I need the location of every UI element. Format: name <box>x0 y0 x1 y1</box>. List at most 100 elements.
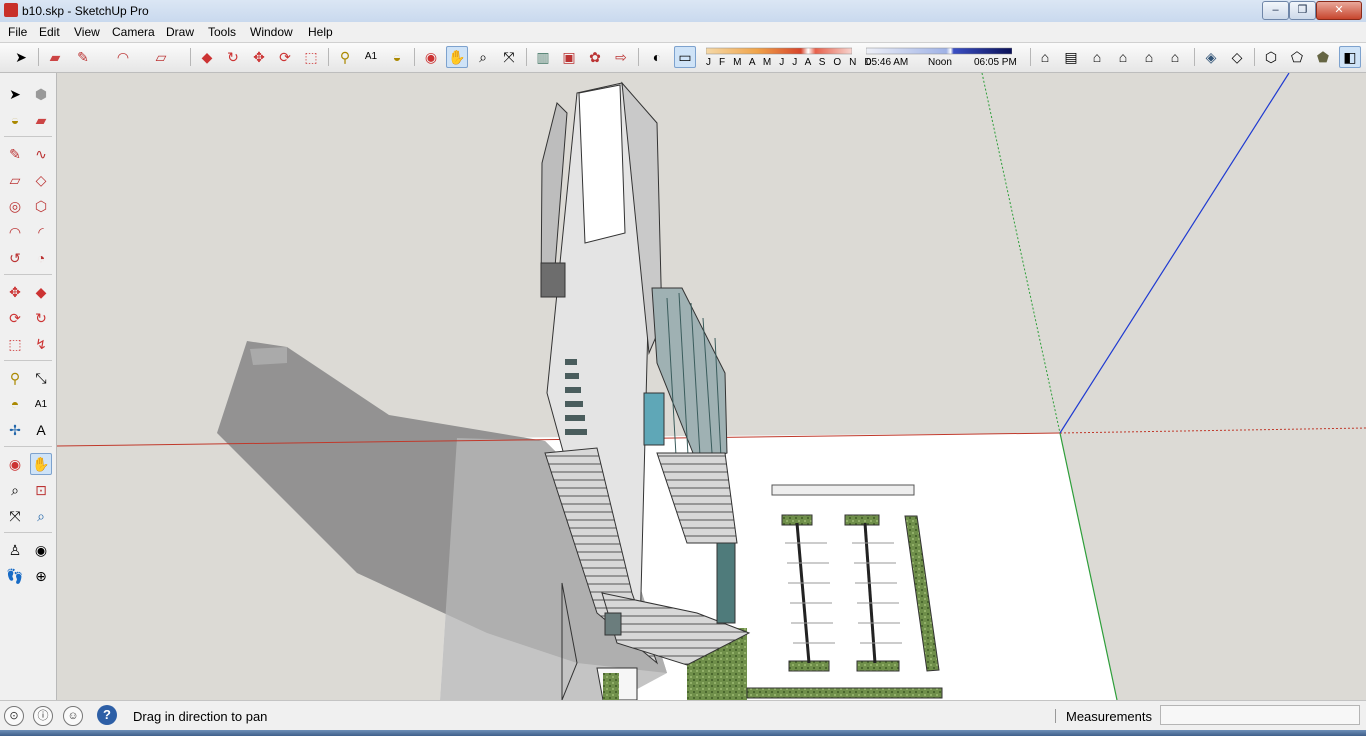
shadow-month-labels: J F M A M J J A S O N D <box>706 57 875 68</box>
menu-bar: File Edit View Camera Draw Tools Window … <box>0 22 1366 43</box>
xray-icon[interactable]: ◈ <box>1200 46 1222 68</box>
push-pull-icon[interactable]: ◆ <box>30 281 52 303</box>
tape-measure-icon[interactable]: ⚲ <box>334 46 356 68</box>
hidden-line-icon[interactable]: ⬡ <box>1260 46 1282 68</box>
menu-edit[interactable]: Edit <box>35 24 64 40</box>
follow-me-icon[interactable]: ↻ <box>222 46 244 68</box>
walk-icon[interactable]: 👣 <box>4 565 26 587</box>
top-view-icon[interactable]: ▤ <box>1060 46 1082 68</box>
share-model-icon[interactable]: ▣ <box>558 46 580 68</box>
zoom-extents-icon[interactable]: ⤧ <box>4 505 26 527</box>
credits-icon[interactable]: ⓘ <box>33 706 53 726</box>
geolocation-icon[interactable]: ⊙ <box>4 706 24 726</box>
model-viewport[interactable] <box>57 73 1366 700</box>
components-icon[interactable]: ✿ <box>584 46 606 68</box>
menu-tools[interactable]: Tools <box>204 24 240 40</box>
move-icon[interactable]: ✥ <box>4 281 26 303</box>
paint-bucket-icon[interactable]: ◒ <box>386 46 408 68</box>
protractor-icon[interactable]: ◓ <box>4 393 26 415</box>
follow-me-icon[interactable]: ↻ <box>30 307 52 329</box>
zoom-icon[interactable]: ⌕ <box>472 46 494 68</box>
pie-icon[interactable]: ◔ <box>30 247 52 269</box>
iso-view-icon[interactable]: ⌂ <box>1034 46 1056 68</box>
user-icon[interactable]: ☺ <box>63 706 83 726</box>
dimension-icon[interactable]: ⤡ <box>30 367 52 389</box>
shadow-time-slider[interactable] <box>866 47 1012 55</box>
pan-icon[interactable]: ✋ <box>30 453 52 475</box>
right-view-icon[interactable]: ⌂ <box>1112 46 1134 68</box>
text-icon[interactable]: A1 <box>360 46 382 68</box>
tape-measure-icon[interactable]: ⚲ <box>4 367 26 389</box>
arc-icon[interactable]: ◠ <box>112 46 134 68</box>
pencil-icon[interactable]: ✎ <box>72 46 94 68</box>
menu-file[interactable]: File <box>4 24 31 40</box>
menu-view[interactable]: View <box>70 24 104 40</box>
shadows-icon[interactable]: ◐ <box>646 46 668 68</box>
sketchup-logo-icon <box>4 3 18 17</box>
pencil-icon[interactable]: ✎ <box>4 143 26 165</box>
scale-icon[interactable]: ⬚ <box>300 46 322 68</box>
two-point-arc-icon[interactable]: ◜ <box>30 221 52 243</box>
rotate-icon[interactable]: ⟳ <box>4 307 26 329</box>
menu-help[interactable]: Help <box>304 24 337 40</box>
rotate-icon[interactable]: ⟳ <box>274 46 296 68</box>
paint-bucket-icon[interactable]: ◒ <box>4 109 26 131</box>
move-icon[interactable]: ✥ <box>248 46 270 68</box>
zoom-icon[interactable]: ⌕ <box>4 479 26 501</box>
circle-icon[interactable]: ◎ <box>4 195 26 217</box>
rectangle-icon[interactable]: ▱ <box>4 169 26 191</box>
eraser-icon[interactable]: ▰ <box>30 109 52 131</box>
zoom-extents-icon[interactable]: ⤧ <box>498 46 520 68</box>
select-icon[interactable]: ➤ <box>10 46 32 68</box>
measurements-input[interactable] <box>1160 705 1360 725</box>
shadow-month-slider[interactable] <box>706 47 852 55</box>
balcony-block <box>540 262 566 298</box>
get-models-icon[interactable]: ▥ <box>532 46 554 68</box>
section-plane-icon[interactable]: ⊕ <box>30 565 52 587</box>
rotated-rectangle-icon[interactable]: ◇ <box>30 169 52 191</box>
tower-roof <box>578 84 626 244</box>
help-icon[interactable]: ? <box>97 705 117 725</box>
three-point-arc-icon[interactable]: ↺ <box>4 247 26 269</box>
rectangle-icon[interactable]: ▱ <box>150 46 172 68</box>
position-camera-icon[interactable]: ♙ <box>4 539 26 561</box>
select-icon[interactable]: ➤ <box>4 83 26 105</box>
arc-icon[interactable]: ◠ <box>4 221 26 243</box>
push-pull-icon[interactable]: ◆ <box>196 46 218 68</box>
extension-icon[interactable]: ⇨ <box>610 46 632 68</box>
left-view-icon[interactable]: ⌂ <box>1164 46 1186 68</box>
status-divider <box>1055 709 1056 723</box>
freehand-icon[interactable]: ∿ <box>30 143 52 165</box>
menu-camera[interactable]: Camera <box>108 24 159 40</box>
previous-view-icon[interactable]: ⌕ <box>30 505 52 527</box>
scale-icon[interactable]: ⬚ <box>4 333 26 355</box>
fog-icon[interactable]: ▭ <box>674 46 696 68</box>
menu-window[interactable]: Window <box>246 24 297 40</box>
orbit-icon[interactable]: ◉ <box>4 453 26 475</box>
zoom-window-icon[interactable]: ⊡ <box>30 479 52 501</box>
make-component-icon[interactable]: ⬢ <box>30 83 52 105</box>
wireframe-icon[interactable]: ◇ <box>1226 46 1248 68</box>
3d-text-icon[interactable]: A <box>30 419 52 441</box>
orbit-icon[interactable]: ◉ <box>420 46 442 68</box>
polygon-icon[interactable]: ⬡ <box>30 195 52 217</box>
minimize-button[interactable]: – <box>1262 1 1289 20</box>
blue-axis <box>1059 73 1290 434</box>
back-view-icon[interactable]: ⌂ <box>1138 46 1160 68</box>
shaded-icon[interactable]: ⬠ <box>1286 46 1308 68</box>
menu-draw[interactable]: Draw <box>162 24 198 40</box>
text-icon[interactable]: A1 <box>30 393 52 415</box>
axes-icon[interactable]: ✢ <box>4 419 26 441</box>
front-view-icon[interactable]: ⌂ <box>1086 46 1108 68</box>
shaded-textures-icon[interactable]: ⬟ <box>1312 46 1334 68</box>
maximize-button[interactable]: ❐ <box>1289 1 1316 20</box>
model-scene <box>57 73 1366 700</box>
monochrome-icon[interactable]: ◧ <box>1339 46 1361 68</box>
shadow-time-noon: Noon <box>928 57 952 68</box>
eraser-icon[interactable]: ▰ <box>44 46 66 68</box>
close-button[interactable]: ✕ <box>1316 1 1362 20</box>
pan-icon[interactable]: ✋ <box>446 46 468 68</box>
offset-icon[interactable]: ↯ <box>30 333 52 355</box>
planter <box>856 660 900 672</box>
look-around-icon[interactable]: ◉ <box>30 539 52 561</box>
